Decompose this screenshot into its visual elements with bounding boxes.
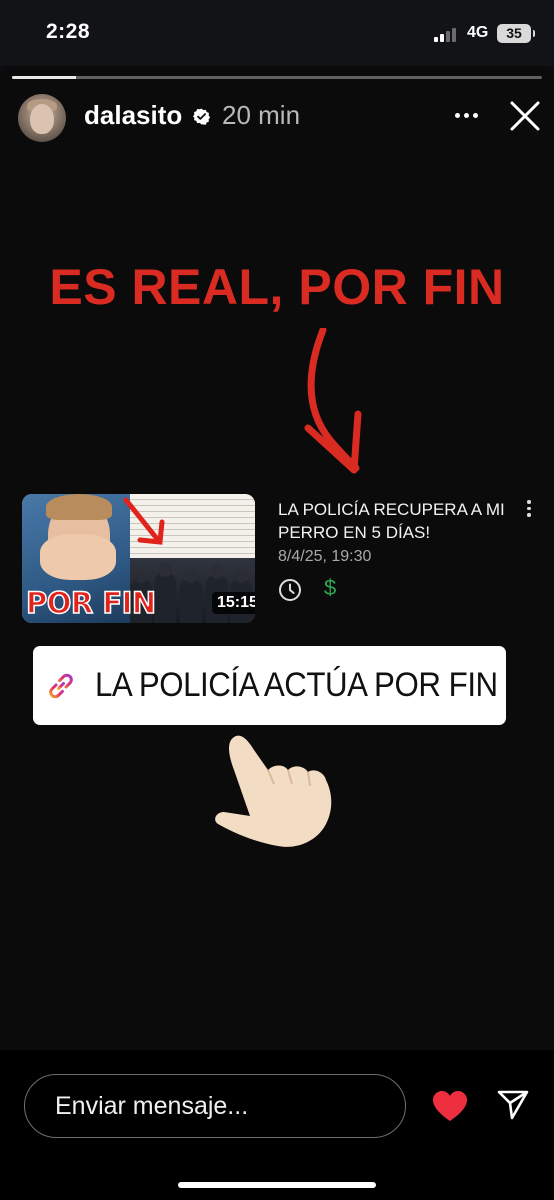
link-sticker[interactable]: LA POLICÍA ACTÚA POR FIN [33,646,506,725]
more-options-button[interactable] [449,100,483,130]
bottom-bar [0,1050,554,1200]
video-date: 8/4/25, 19:30 [278,548,372,565]
video-duration: 15:15 [212,592,255,614]
heart-icon[interactable] [432,1090,468,1122]
send-icon[interactable] [496,1088,530,1122]
status-bar: 2:28 4G 35 [0,0,554,66]
network-type: 4G [467,24,489,41]
story-headline: ES REAL, POR FIN [49,259,505,315]
dollar-icon: $ [324,575,337,600]
home-indicator [178,1182,376,1188]
link-icon [49,673,73,699]
video-thumbnail[interactable]: POR FIN 15:15 [22,494,255,623]
pointing-hand-icon [215,735,332,847]
post-time: 20 min [222,100,301,130]
story-progress-fill [12,76,76,79]
verified-badge-icon [193,108,210,125]
message-input[interactable] [25,1075,405,1137]
battery-icon: 35 [497,24,535,43]
username[interactable]: dalasito [84,100,182,131]
video-title[interactable]: LA POLICÍA RECUPERA A MI PERRO EN 5 DÍAS… [278,498,518,544]
clock-icon [279,579,301,601]
link-sticker-label[interactable]: LA POLICÍA ACTÚA POR FIN [95,646,498,725]
story-progress-bar [12,76,542,79]
message-input-wrapper[interactable] [24,1074,406,1138]
thumbnail-arrow-icon [123,497,165,545]
thumbnail-text: POR FIN [25,585,157,621]
video-more-icon[interactable] [522,500,536,518]
signal-icon [434,26,460,42]
avatar[interactable] [18,94,66,142]
close-icon[interactable] [505,96,545,136]
more-icon [454,112,460,118]
story-panel[interactable]: dalasito 20 min ES REAL, POR FIN POR FIN… [0,66,554,1050]
red-arrow-icon [304,328,362,474]
status-time: 2:28 [46,20,91,43]
